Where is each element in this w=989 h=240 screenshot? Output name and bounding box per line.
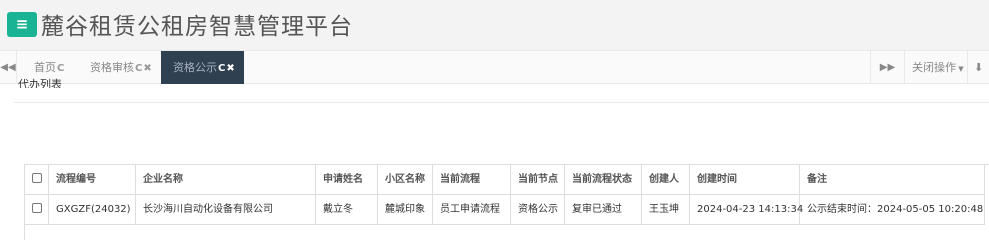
close-operations-dropdown[interactable]: 关闭操作 ▼ bbox=[904, 51, 967, 84]
table-cell: 员工申请流程 bbox=[433, 195, 511, 225]
tab-qualification-publicity[interactable]: 资格公示C✖ bbox=[161, 51, 244, 84]
tab-scroll-left-button[interactable]: ◀◀ bbox=[0, 51, 17, 84]
bars-icon: ≡ bbox=[15, 15, 29, 33]
column-header[interactable]: 创建时间 bbox=[690, 165, 800, 195]
table-cell: 长沙海川自动化设备有限公司 bbox=[136, 195, 316, 225]
tab-label: 首页 bbox=[34, 61, 56, 74]
column-header[interactable]: 小区名称 bbox=[378, 165, 433, 195]
table-cell: 公示结束时间：2024-05-05 10:20:48 bbox=[800, 195, 985, 225]
close-icon[interactable]: ✖ bbox=[226, 63, 234, 74]
refresh-icon[interactable]: C bbox=[218, 63, 225, 74]
column-header[interactable]: 企业名称 bbox=[136, 165, 316, 195]
refresh-icon[interactable]: C bbox=[57, 63, 64, 74]
table-cell: GXGZF(24032) bbox=[49, 195, 136, 225]
close-icon[interactable]: ✖ bbox=[143, 63, 151, 74]
column-header[interactable]: 备注 bbox=[800, 165, 985, 195]
select-all-cell bbox=[25, 165, 49, 195]
column-header[interactable]: 当前节点 bbox=[511, 165, 565, 195]
download-icon: ⬇ bbox=[974, 61, 984, 74]
column-header[interactable]: 当前流程状态 bbox=[565, 165, 642, 195]
menu-toggle-button[interactable]: ≡ bbox=[7, 12, 37, 37]
table-cell: 麓城印象 bbox=[378, 195, 433, 225]
column-header[interactable]: 申请姓名 bbox=[316, 165, 378, 195]
tab-qualification-review[interactable]: 资格审核C✖ bbox=[76, 51, 166, 84]
table-cell: 戴立冬 bbox=[316, 195, 378, 225]
data-table: 流程编号 企业名称 申请姓名 小区名称 当前流程 当前节点 当前流程状态 创建人… bbox=[24, 164, 989, 240]
column-header[interactable]: 当前流程 bbox=[433, 165, 511, 195]
section-title: 代办列表 bbox=[18, 78, 62, 88]
row-select-cell bbox=[25, 195, 49, 225]
tab-scroll-right-button[interactable]: ▶▶ bbox=[870, 51, 904, 84]
tab-bar: ◀◀ 首页C 资格审核C✖ 资格公示C✖ ▶▶ 关闭操作 ▼ ⬇ bbox=[0, 50, 989, 84]
table-cell: 资格公示 bbox=[511, 195, 565, 225]
column-header[interactable]: 创建人 bbox=[642, 165, 690, 195]
table-cell: 王玉坤 bbox=[642, 195, 690, 225]
divider bbox=[14, 102, 989, 103]
row-checkbox[interactable] bbox=[31, 203, 42, 213]
app-title: 麓谷租赁公租房智慧管理平台 bbox=[41, 14, 353, 40]
column-header[interactable]: 流程编号 bbox=[49, 165, 136, 195]
tab-label: 资格审核 bbox=[90, 61, 134, 74]
select-all-checkbox[interactable] bbox=[31, 173, 42, 183]
download-button[interactable]: ⬇ bbox=[967, 51, 989, 84]
close-operations-label: 关闭操作 bbox=[912, 61, 956, 74]
table-cell: 复审已通过 bbox=[565, 195, 642, 225]
top-header: ≡ 麓谷租赁公租房智慧管理平台 bbox=[0, 0, 989, 50]
caret-down-icon: ▼ bbox=[956, 65, 964, 73]
refresh-icon[interactable]: C bbox=[135, 63, 142, 74]
tab-label: 资格公示 bbox=[173, 61, 217, 74]
table-cell: 2024-04-23 14:13:34 bbox=[690, 195, 803, 225]
